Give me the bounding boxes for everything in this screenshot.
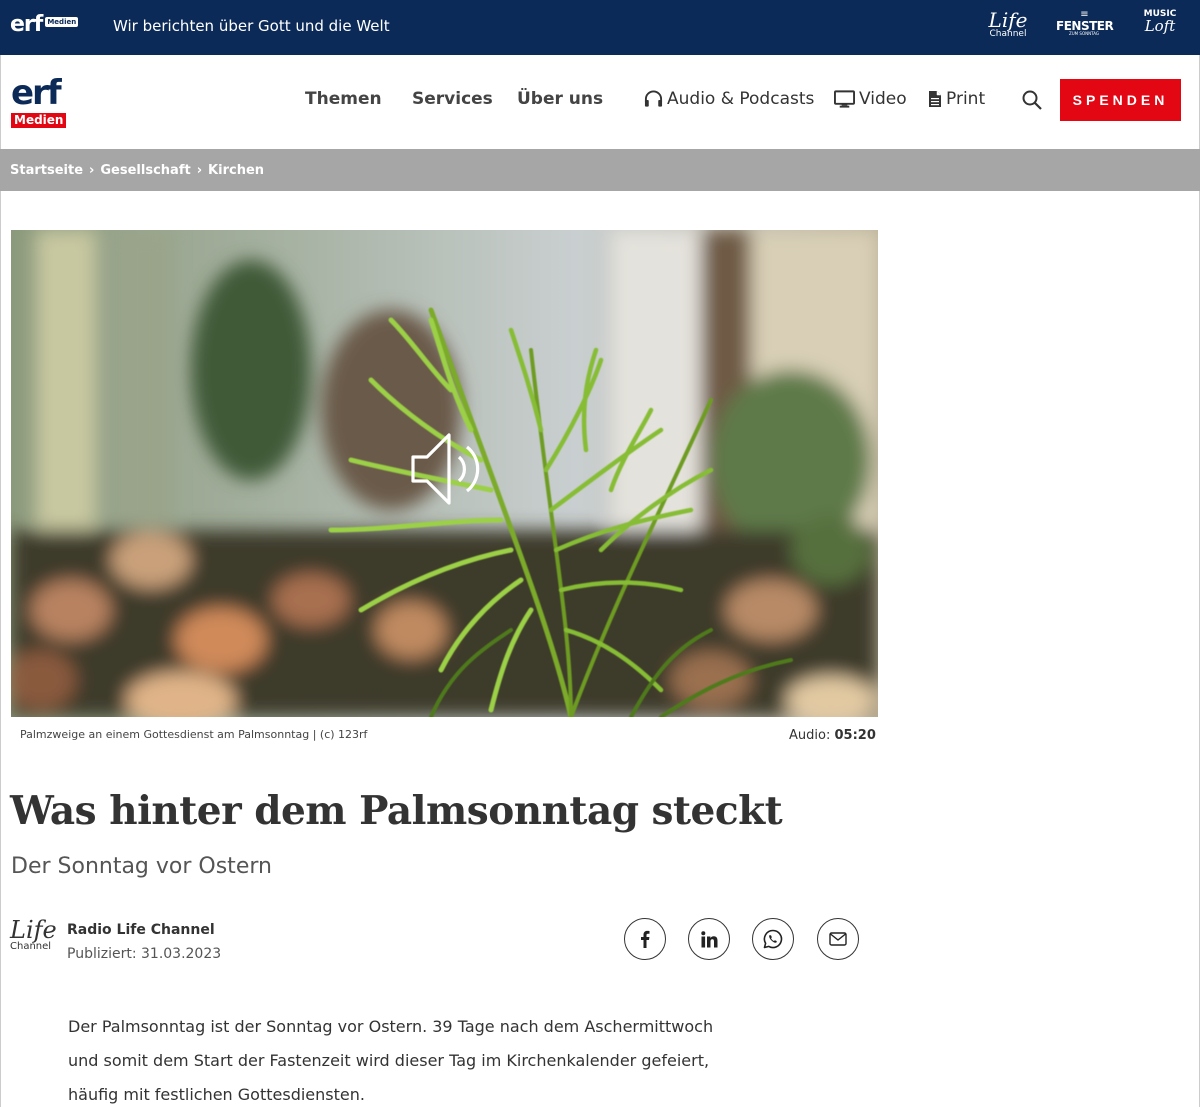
nav-audio-podcasts[interactable]: Audio & Podcasts [644,89,814,109]
tagline: Wir berichten über Gott und die Welt [113,17,390,35]
search-icon [1022,90,1042,110]
top-logo-badge: Medien [45,17,79,27]
audio-duration-value: 05:20 [834,728,876,743]
brand-fenster-link[interactable]: ≡ FENSTER ZUM SONNTAG [1056,10,1114,36]
nav-print[interactable]: Print [928,89,985,109]
hero-image[interactable] [11,230,878,717]
share-linkedin-button[interactable] [688,918,730,960]
top-bar: erf Medien Wir berichten über Gott und d… [0,0,1200,55]
breadcrumb: Startseite › Gesellschaft › Kirchen [0,149,1200,191]
whatsapp-icon [763,929,783,949]
site-logo[interactable]: erf Medien [11,73,67,128]
document-icon [929,91,941,107]
image-caption: Palmzweige an einem Gottesdienst am Palm… [20,728,368,741]
facebook-icon [641,930,650,948]
speaker-icon[interactable] [399,427,493,511]
nav-ueber-uns[interactable]: Über uns [517,89,603,109]
breadcrumb-separator: › [196,162,203,178]
breadcrumb-separator: › [89,162,95,178]
linkedin-icon [700,930,717,947]
share-mail-button[interactable] [817,918,859,960]
brand-life-channel-link[interactable]: Life Channel [986,10,1030,39]
article-title: Was hinter dem Palmsonntag steckt [10,788,783,834]
nav-video[interactable]: Video [834,89,907,109]
main-header: erf Medien Themen Services Über uns Audi… [0,55,1200,149]
mail-icon [829,932,847,946]
breadcrumb-startseite[interactable]: Startseite [10,163,83,178]
brand-life-line2: Channel [989,29,1027,39]
headphones-icon [644,90,663,107]
breadcrumb-gesellschaft[interactable]: Gesellschaft [100,163,190,178]
nav-print-label: Print [946,89,986,109]
breadcrumb-kirchen[interactable]: Kirchen [208,163,264,178]
brand-life-line1: Life [988,8,1028,32]
audio-duration: Audio: 05:20 [789,728,876,743]
nav-themen[interactable]: Themen [305,89,382,109]
share-whatsapp-button[interactable] [752,918,794,960]
author-logo[interactable]: Life Channel [10,916,57,952]
author-name[interactable]: Radio Life Channel [67,922,215,938]
nav-audio-label: Audio & Podcasts [667,89,815,109]
monitor-icon [834,90,855,108]
spenden-button[interactable]: SPENDEN [1060,79,1181,121]
site-logo-text: erf [11,73,62,113]
top-logo-text: erf [10,12,43,37]
page-border-left [0,191,1,1107]
share-facebook-button[interactable] [624,918,666,960]
author-logo-line1: Life [10,916,57,944]
nav-services[interactable]: Services [412,89,493,109]
article-subtitle: Der Sonntag vor Ostern [11,854,272,879]
audio-label: Audio: [789,728,831,743]
article-body-paragraph: Der Palmsonntag ist der Sonntag vor Oste… [68,1017,714,1104]
publish-date: Publiziert: 31.03.2023 [67,946,222,962]
nav-video-label: Video [859,89,907,109]
top-logo[interactable]: erf Medien [10,12,79,38]
author-logo-line2: Channel [10,941,52,952]
brand-music-loft-link[interactable]: MUSIC Loft [1138,10,1182,34]
search-button[interactable] [1021,89,1043,111]
brand-music-line2: Loft [1144,17,1176,35]
site-logo-badge: Medien [11,113,67,128]
